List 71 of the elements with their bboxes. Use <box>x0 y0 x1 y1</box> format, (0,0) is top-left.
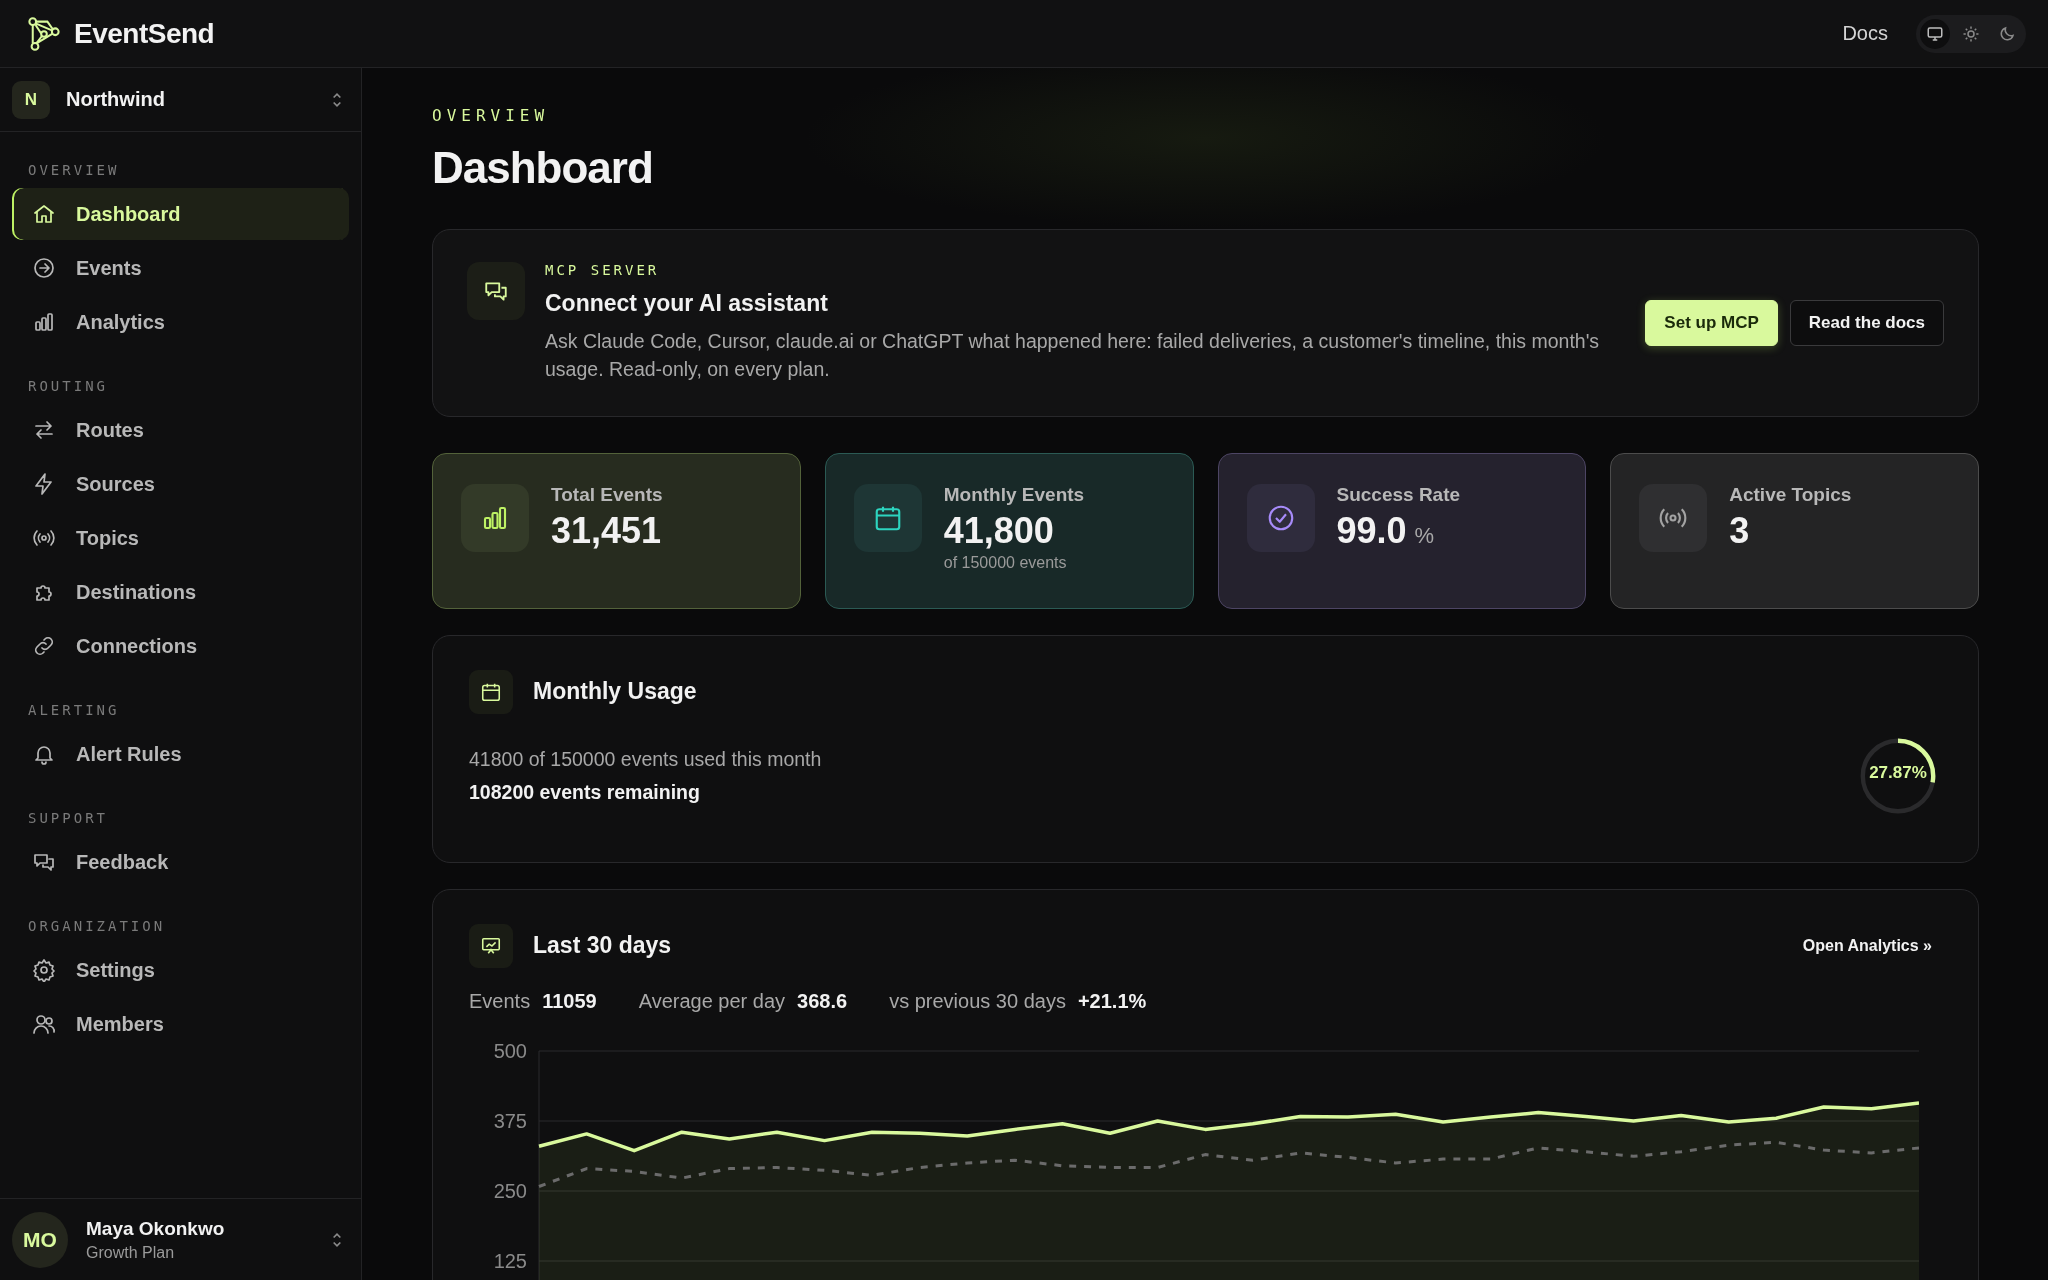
axis-tick-label: 250 <box>493 1179 527 1202</box>
metric-value: 11059 <box>542 989 597 1013</box>
axis-tick-label: 375 <box>493 1109 527 1132</box>
link-icon <box>32 634 56 658</box>
user-avatar: MO <box>12 1211 68 1268</box>
nav-item[interactable]: Members <box>12 998 349 1050</box>
theme-option-button[interactable] <box>1920 18 1950 49</box>
organization-switcher[interactable]: N Northwind <box>0 68 361 132</box>
stat-value: 41,800 <box>943 509 1054 552</box>
swap-arrows-icon <box>32 418 56 442</box>
stat-label: Success Rate <box>1336 483 1461 506</box>
nav-item[interactable]: Sources <box>12 458 349 510</box>
home-icon <box>32 202 56 226</box>
stat-value: 99.0 <box>1336 509 1407 552</box>
nav-item[interactable]: Events <box>12 242 349 294</box>
open-analytics-link[interactable]: Open Analytics » <box>1802 936 1932 955</box>
app-name: EventSend <box>74 17 215 50</box>
nav-item[interactable]: Dashboard <box>12 188 349 240</box>
network-logo-icon <box>26 15 62 52</box>
axis-tick-label: 500 <box>493 1039 527 1062</box>
stat-value: 31,451 <box>551 509 662 552</box>
users-icon <box>32 1012 56 1036</box>
setup-button[interactable]: Set up MCP <box>1645 299 1778 346</box>
nav-item[interactable]: Analytics <box>12 296 349 348</box>
stat-unit: % <box>1414 522 1435 549</box>
card-title: Monthly Usage <box>533 678 698 706</box>
nav-item[interactable]: Destinations <box>12 566 349 618</box>
card-eyebrow: MCP SERVER <box>545 262 661 278</box>
organization-avatar: N <box>12 80 50 119</box>
user-plan: Growth Plan <box>86 1243 176 1262</box>
axis-tick-label: 125 <box>493 1249 527 1272</box>
nav-item[interactable]: Routes <box>12 404 349 456</box>
metric-label: vs previous 30 days <box>889 989 1066 1013</box>
metric-value: 368.6 <box>797 989 848 1013</box>
nav-section-title: SUPPORT <box>27 809 109 828</box>
stat-label: Total Events <box>551 483 663 506</box>
card-title: Last 30 days <box>533 932 673 960</box>
nav-item[interactable]: Connections <box>12 620 349 672</box>
page-eyebrow: OVERVIEW <box>432 106 551 125</box>
docs-link[interactable]: Docs <box>1842 22 1888 45</box>
percent-label: 27.87% <box>1868 762 1928 783</box>
settings-icon <box>32 958 56 982</box>
monitor-icon <box>1926 24 1944 43</box>
metric-label: Events <box>469 989 531 1013</box>
nav-item[interactable]: Feedback <box>12 836 349 888</box>
user-name: Maya Okonkwo <box>86 1217 226 1240</box>
docs-button[interactable]: Read the docs <box>1789 299 1944 346</box>
stat-label: Monthly Events <box>943 483 1085 506</box>
nav-item[interactable]: Topics <box>12 512 349 564</box>
usage-text: 41800 of 150000 events used this month <box>469 747 822 771</box>
nav-section-title: ROUTING <box>27 377 109 396</box>
moon-icon <box>1998 24 2016 43</box>
user-menu[interactable]: MO Maya Okonkwo Growth Plan <box>0 1198 361 1280</box>
metric-label: Average per day <box>638 989 786 1013</box>
card-title: Connect your AI assistant <box>545 290 829 317</box>
nav-section-title: OVERVIEW <box>27 161 121 180</box>
nav-item[interactable]: Settings <box>12 944 349 996</box>
organization-name: Northwind <box>66 88 166 111</box>
card-description: Ask Claude Code, Cursor, claude.ai or ChatGPT what happened here: failed deliveries, a customer's timeline, this month's usage. Read-only, on every plan. <box>545 329 1601 383</box>
bar-chart-icon <box>32 310 56 334</box>
sun-icon <box>1962 24 1980 43</box>
stat-caption: of 150000 events <box>943 553 1068 572</box>
remaining-text: 108200 events remaining <box>469 780 701 804</box>
nav-section-title: ORGANIZATION <box>27 917 167 936</box>
arrow-circle-icon <box>32 256 56 280</box>
metric-value: +21.1% <box>1077 989 1147 1013</box>
nav-item[interactable]: Alert Rules <box>12 728 349 780</box>
stat-value: 3 <box>1729 509 1750 552</box>
stat-label: Active Topics <box>1729 483 1852 506</box>
page-title: Dashboard <box>432 143 654 193</box>
nav-section-title: ALERTING <box>27 701 121 720</box>
